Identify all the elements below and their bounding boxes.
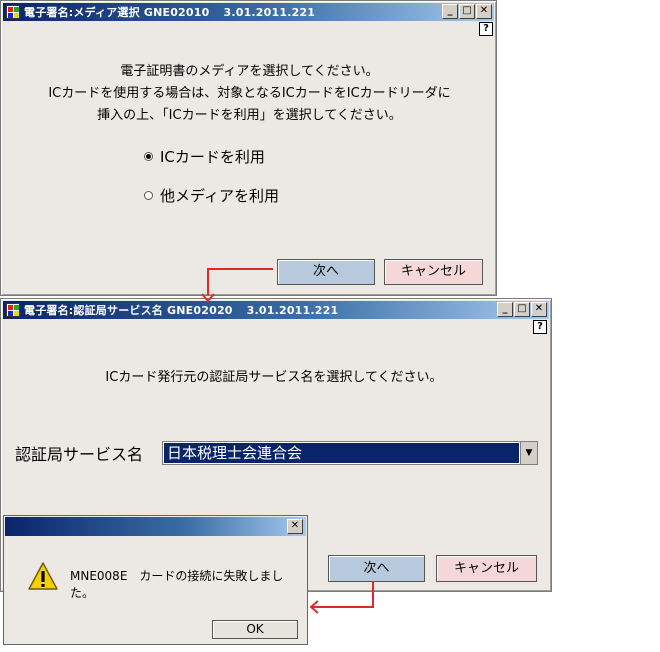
window-title: 電子署名:認証局サービス名 GNE02020 3.01.2011.221 xyxy=(24,304,339,317)
app-icon xyxy=(6,5,20,19)
radio-label: ICカードを利用 xyxy=(160,148,265,166)
service-label: 認証局サービス名 xyxy=(15,445,144,464)
minimize-icon[interactable]: _ xyxy=(497,302,513,317)
radio-unchecked-icon[interactable] xyxy=(144,191,153,200)
radio-label: 他メディアを利用 xyxy=(160,187,279,205)
instruction-line: 挿入の上、「ICカードを利用」を選択してください。 xyxy=(97,108,402,123)
help-icon[interactable]: ? xyxy=(533,320,547,334)
app-icon xyxy=(6,303,20,317)
arrow-left-icon xyxy=(309,600,319,614)
title-bar[interactable]: 電子署名:認証局サービス名 GNE02020 3.01.2011.221 _ □ … xyxy=(3,301,549,319)
radio-other-media[interactable]: 他メディアを利用 xyxy=(144,185,279,206)
instruction-line: 電子証明書のメディアを選択してください。 xyxy=(120,64,379,79)
next-button[interactable]: 次へ xyxy=(328,555,425,582)
next-button[interactable]: 次へ xyxy=(277,259,375,285)
service-select[interactable]: 日本税理士会連合会 ▼ xyxy=(162,441,538,465)
close-icon[interactable]: ✕ xyxy=(531,302,547,317)
maximize-icon[interactable]: □ xyxy=(459,4,475,19)
radio-checked-icon[interactable] xyxy=(144,152,153,161)
error-message: MNE008E カードの接続に失敗しました。 xyxy=(70,569,284,600)
radio-ic-card[interactable]: ICカードを利用 xyxy=(144,146,265,167)
window-title: 電子署名:メディア選択 GNE02010 3.01.2011.221 xyxy=(24,6,316,19)
dialog-title-bar[interactable]: ✕ xyxy=(5,517,306,536)
close-icon[interactable]: ✕ xyxy=(476,4,492,19)
instructions: 電子証明書のメディアを選択してください。 ICカードを使用する場合は、対象となる… xyxy=(1,61,498,127)
arrow-down-icon xyxy=(201,293,215,303)
help-icon[interactable]: ? xyxy=(479,22,493,36)
media-select-window: 電子署名:メディア選択 GNE02010 3.01.2011.221 _ □ ✕ … xyxy=(0,0,497,296)
chevron-down-icon[interactable]: ▼ xyxy=(520,442,537,464)
maximize-icon[interactable]: □ xyxy=(514,302,530,317)
error-dialog: ✕ MNE008E カードの接続に失敗しました。 OK xyxy=(3,515,308,645)
title-bar[interactable]: 電子署名:メディア選択 GNE02010 3.01.2011.221 _ □ ✕ xyxy=(3,3,494,21)
service-selected-value: 日本税理士会連合会 xyxy=(164,443,519,463)
minimize-icon[interactable]: _ xyxy=(442,4,458,19)
cancel-button[interactable]: キャンセル xyxy=(384,259,483,285)
warning-icon xyxy=(28,562,58,590)
instruction: ICカード発行元の認証局サービス名を選択してください。 xyxy=(105,370,443,385)
ok-button[interactable]: OK xyxy=(212,620,298,639)
close-icon[interactable]: ✕ xyxy=(287,519,303,534)
cancel-button[interactable]: キャンセル xyxy=(436,555,537,582)
instruction-line: ICカードを使用する場合は、対象となるICカードをICカードリーダに xyxy=(48,86,451,101)
